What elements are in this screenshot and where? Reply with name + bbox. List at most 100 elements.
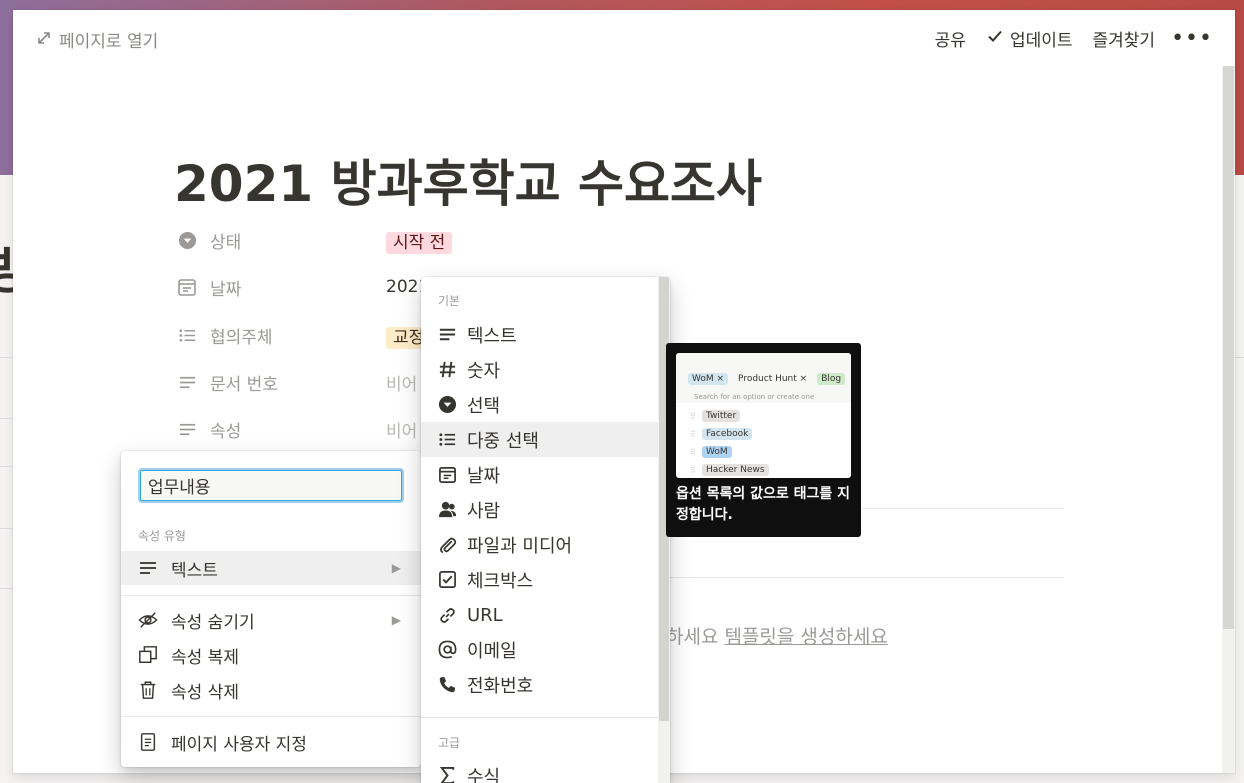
select-icon — [436, 394, 458, 416]
select-icon — [176, 229, 198, 251]
open-as-page-label: 페이지로 열기 — [59, 32, 159, 52]
hide-property-button[interactable]: 속성 숨기기 ▶ — [121, 603, 421, 637]
property-label: 협의주체 — [210, 327, 273, 348]
calendar-icon — [436, 464, 458, 486]
property-type-label: 텍스트 — [171, 560, 218, 581]
empty-value[interactable]: 비어 — [386, 417, 417, 442]
empty-value[interactable]: 비어 — [386, 370, 417, 395]
updates-label: 업데이트 — [1009, 31, 1073, 51]
background-divider — [0, 418, 13, 419]
section-divider — [660, 577, 1064, 578]
page-scrollbar-thumb[interactable] — [1223, 66, 1234, 629]
type-option-checkbox[interactable]: 체크박스 — [421, 562, 658, 597]
type-option-label: 이메일 — [467, 640, 517, 662]
preview-selected-tags: WoM × Product Hunt × Blog — [688, 373, 846, 385]
at-icon — [436, 639, 458, 661]
type-option-date[interactable]: 날짜 — [421, 457, 658, 492]
type-option-label: 사람 — [467, 500, 501, 522]
duplicate-property-button[interactable]: 속성 복제 — [121, 638, 421, 672]
property-row-attribute[interactable]: 속성 비어 — [176, 414, 417, 444]
property-type-section-label: 속성 유형 — [138, 529, 186, 543]
delete-property-label: 속성 삭제 — [171, 682, 239, 703]
basic-section-label: 기본 — [438, 294, 461, 308]
property-type-button[interactable]: 텍스트 ▶ — [121, 551, 421, 585]
topbar: 페이지로 열기 공유 업데이트 즐겨찾기 ••• — [13, 10, 1235, 66]
type-option-label: 체크박스 — [467, 570, 534, 592]
customize-page-label: 페이지 사용자 지정 — [171, 734, 307, 755]
menu-divider — [121, 716, 421, 717]
preview-search-placeholder: Search for an option or create one — [694, 393, 815, 401]
duplicate-icon — [137, 644, 159, 666]
preview-tag: WoM × — [688, 373, 729, 385]
preview-tag: Product Hunt × — [738, 374, 808, 384]
number-icon — [436, 359, 458, 381]
chevron-right-icon: ▶ — [391, 613, 401, 627]
type-option-files[interactable]: 파일과 미디어 — [421, 527, 658, 562]
type-option-url[interactable]: URL — [421, 598, 658, 633]
text-icon — [176, 371, 198, 393]
property-label: 날짜 — [210, 279, 242, 300]
property-row-subject[interactable]: 협의주체 교정 — [176, 320, 432, 350]
multi-select-preview-image: WoM × Product Hunt × Blog Search for an … — [676, 353, 851, 478]
property-row-date[interactable]: 날짜 2021 — [176, 272, 429, 302]
menu-divider — [421, 717, 658, 718]
type-option-select[interactable]: 선택 — [421, 387, 658, 422]
open-as-page-button[interactable]: 페이지로 열기 — [37, 27, 158, 52]
background-divider — [0, 528, 13, 529]
text-icon — [436, 324, 458, 346]
multi-select-icon — [436, 429, 458, 451]
type-option-label: 수식 — [467, 766, 501, 783]
sigma-icon — [436, 765, 458, 783]
text-icon — [176, 418, 198, 440]
page-icon — [137, 731, 159, 753]
menu-divider — [121, 595, 421, 596]
type-option-text[interactable]: 텍스트 — [421, 317, 658, 352]
property-row-status[interactable]: 상태 시작 전 — [176, 225, 453, 255]
page-title[interactable]: 2021 방과후학교 수요조사 — [174, 144, 762, 216]
top-actions: 공유 업데이트 즐겨찾기 ••• — [915, 26, 1213, 51]
preview-option: ⠿ Facebook — [690, 428, 753, 440]
checkbox-icon — [436, 569, 458, 591]
type-option-email[interactable]: 이메일 — [421, 632, 658, 667]
text-icon — [137, 557, 159, 579]
customize-page-button[interactable]: 페이지 사용자 지정 — [121, 725, 421, 759]
type-option-number[interactable]: 숫자 — [421, 352, 658, 387]
background-divider — [0, 466, 13, 467]
property-label: 문서 번호 — [210, 374, 278, 395]
type-option-phone[interactable]: 전화번호 — [421, 667, 658, 702]
updates-button[interactable]: 업데이트 — [986, 26, 1073, 51]
multi-select-tooltip: WoM × Product Hunt × Blog Search for an … — [666, 343, 861, 537]
background-divider — [0, 357, 13, 358]
create-template-link[interactable]: 템플릿을 생성하세요 — [724, 626, 887, 648]
property-edit-menu: 속성 유형 텍스트 ▶ 속성 숨기기 ▶ 속성 복제 속성 삭제 페이지 사용자… — [121, 451, 421, 767]
type-option-label: 선택 — [467, 395, 501, 417]
type-option-formula[interactable]: 수식 — [421, 758, 658, 783]
type-option-multi-select[interactable]: 다중 선택 — [421, 422, 658, 457]
chevron-right-icon: ▶ — [391, 561, 401, 575]
template-hint-prefix: 하세요 — [666, 626, 719, 648]
preview-option: ⠿ Twitter — [690, 410, 741, 422]
preview-option: ⠿ WoM — [690, 446, 732, 458]
paperclip-icon — [436, 534, 458, 556]
check-icon — [986, 27, 1004, 50]
type-option-label: URL — [467, 605, 503, 626]
duplicate-property-label: 속성 복제 — [171, 647, 239, 668]
link-icon — [436, 605, 458, 627]
share-button[interactable]: 공유 — [935, 26, 966, 51]
hide-property-label: 속성 숨기기 — [171, 612, 255, 633]
type-option-label: 다중 선택 — [467, 430, 539, 452]
trash-icon — [137, 679, 159, 701]
more-icon[interactable]: ••• — [1171, 27, 1213, 49]
advanced-section-label: 고급 — [438, 736, 461, 750]
background-divider — [0, 588, 13, 589]
type-option-label: 텍스트 — [467, 325, 517, 347]
phone-icon — [436, 674, 458, 696]
type-option-person[interactable]: 사람 — [421, 492, 658, 527]
property-row-doc-number[interactable]: 문서 번호 비어 — [176, 367, 417, 397]
status-tag[interactable]: 시작 전 — [386, 231, 453, 254]
favorite-button[interactable]: 즐겨찾기 — [1093, 26, 1156, 51]
tooltip-description: 옵션 목록의 값으로 태그를 지정합니다. — [676, 486, 851, 523]
eye-hidden-icon — [137, 609, 159, 631]
property-name-input[interactable] — [138, 468, 404, 503]
delete-property-button[interactable]: 속성 삭제 — [121, 673, 421, 707]
